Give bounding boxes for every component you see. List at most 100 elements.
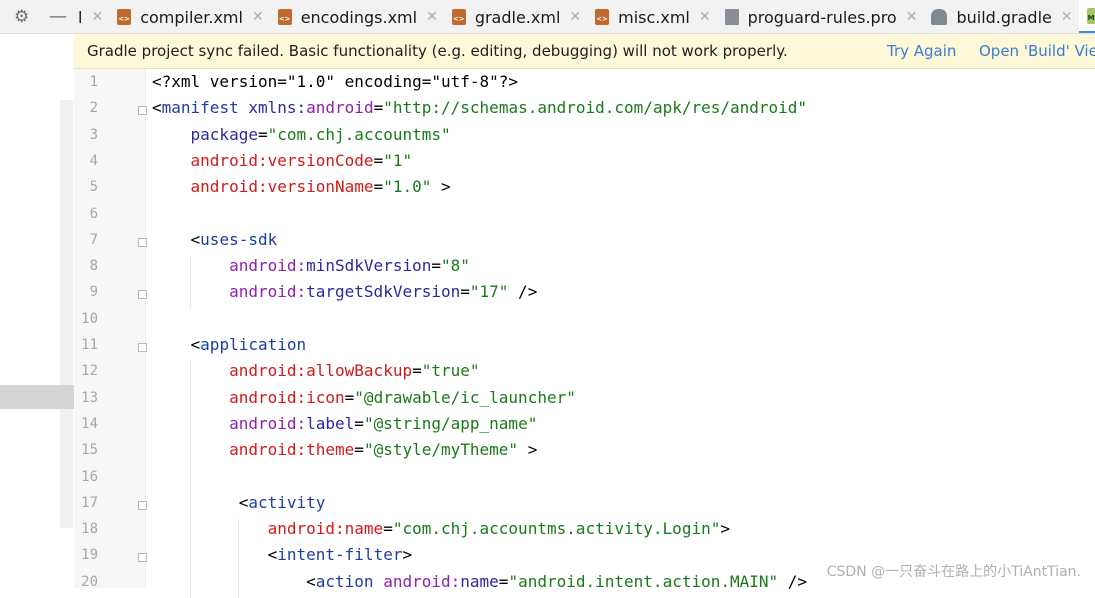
code-line[interactable]: android:icon="@drawable/ic_launcher" — [152, 388, 576, 407]
line-number: 1 — [89, 74, 98, 90]
code-token: > — [518, 440, 538, 460]
code-token: = — [412, 361, 422, 381]
code-line[interactable]: <manifest xmlns:android="http://schemas.… — [152, 98, 807, 117]
code-token: = — [344, 387, 355, 407]
minimize-icon[interactable]: — — [49, 6, 67, 27]
code-line[interactable]: <activity — [152, 492, 326, 512]
left-tool-strip — [0, 34, 74, 588]
code-token: xmlns: — [248, 98, 307, 118]
text-file-icon — [724, 9, 739, 25]
line-number: 3 — [89, 126, 98, 143]
code-token: label — [306, 413, 355, 433]
sync-failed-banner: Gradle project sync failed. Basic functi… — [74, 34, 1095, 69]
tab-0[interactable]: l ✕ — [70, 0, 109, 33]
code-line[interactable]: android:allowBackup="true" — [152, 361, 480, 381]
code-token: manifest — [161, 98, 249, 118]
code-token: minSdkVersion — [306, 256, 432, 276]
line-number: 11 — [81, 337, 98, 353]
code-token: "true" — [421, 361, 480, 381]
code-token: android: — [152, 413, 307, 433]
line-number: 9 — [89, 284, 98, 301]
code-token: = — [460, 282, 470, 302]
tab-3[interactable]: gradle.xml ✕ — [444, 0, 587, 33]
code-token: > — [402, 545, 413, 565]
line-number: 17 — [81, 494, 98, 511]
code-line[interactable]: android:versionName="1.0" > — [152, 177, 451, 196]
code-token: android:versionName — [152, 177, 374, 197]
code-token: = — [373, 150, 384, 170]
code-token: android: — [152, 256, 307, 276]
code-line[interactable]: <intent-filter> — [152, 545, 413, 565]
code-token: "8" — [441, 256, 470, 276]
tab-5[interactable]: proguard-rules.pro ✕ — [717, 0, 924, 33]
left-scroll-track[interactable] — [60, 100, 73, 528]
code-token: < — [152, 492, 249, 512]
code-token: android:theme — [152, 440, 355, 460]
code-token: = — [431, 256, 441, 276]
code-token: package — [152, 124, 258, 144]
close-icon[interactable]: ✕ — [699, 9, 711, 25]
tab-7[interactable]: A — [1078, 0, 1095, 33]
tab-2[interactable]: encodings.xml ✕ — [270, 0, 444, 33]
indent-guide — [190, 256, 191, 309]
code-token: android — [306, 98, 374, 118]
code-token: < — [152, 229, 201, 249]
tab-label: l — [78, 7, 83, 27]
tab-4[interactable]: misc.xml ✕ — [587, 0, 716, 33]
code-token: < — [152, 98, 162, 118]
code-line[interactable]: android:label="@string/app_name" — [152, 414, 537, 433]
close-icon[interactable]: ✕ — [1061, 9, 1073, 25]
line-number: 7 — [89, 231, 98, 248]
code-token: > — [431, 177, 451, 197]
line-number: 15 — [81, 442, 98, 459]
code-line[interactable]: android:minSdkVersion="8" — [152, 256, 470, 275]
gradle-elephant-icon — [931, 9, 948, 25]
code-line[interactable]: android:theme="@style/myTheme" > — [152, 440, 537, 459]
try-again-link[interactable]: Try Again — [887, 34, 956, 68]
fold-marker-icon[interactable] — [138, 553, 147, 563]
tab-strip: l✕compiler.xml✕encodings.xml✕gradle.xml✕… — [70, 0, 1095, 33]
code-token: android:versionCode — [152, 150, 374, 170]
code-line[interactable]: package="com.chj.accountms" — [152, 125, 451, 144]
code-token: targetSdkVersion — [306, 282, 461, 302]
code-token: /> — [508, 282, 538, 302]
code-token: = — [354, 440, 364, 460]
gear-icon[interactable]: ⚙ — [14, 7, 29, 27]
close-icon[interactable]: ✕ — [569, 9, 581, 25]
banner-message: Gradle project sync failed. Basic functi… — [87, 42, 788, 60]
code-line[interactable]: android:targetSdkVersion="17" /> — [152, 282, 537, 301]
close-icon[interactable]: ✕ — [252, 9, 264, 25]
close-icon[interactable]: ✕ — [91, 9, 103, 25]
fold-marker-icon[interactable] — [138, 500, 147, 510]
code-token: android: — [152, 282, 307, 302]
code-token: = — [373, 98, 384, 118]
code-token: "com.chj.accountms.activity.Login" — [392, 519, 721, 539]
line-number: 4 — [89, 152, 98, 169]
tab-6[interactable]: build.gradle ✕ — [923, 0, 1078, 33]
code-token: android:name — [152, 519, 384, 539]
code-line[interactable]: <?xml version="1.0" encoding="utf-8"?> — [152, 72, 518, 91]
tab-1[interactable]: compiler.xml ✕ — [109, 0, 270, 33]
code-token: application — [200, 335, 307, 354]
code-token: "http://schemas.android.com/apk/res/andr… — [383, 98, 808, 118]
fold-marker-icon[interactable] — [138, 237, 147, 247]
fold-marker-icon[interactable] — [138, 106, 147, 116]
code-token: "@string/app_name" — [363, 413, 538, 433]
line-number: 16 — [81, 468, 98, 485]
code-token: intent-filter — [277, 545, 403, 565]
editor-tab-bar: ⚙ — l✕compiler.xml✕encodings.xml✕gradle.… — [0, 0, 1095, 34]
fold-marker-icon[interactable] — [138, 343, 147, 352]
code-token: android:allowBackup — [152, 361, 413, 381]
code-line[interactable]: <application — [152, 335, 307, 354]
fold-marker-icon[interactable] — [138, 290, 147, 300]
code-token: "1.0" — [383, 177, 432, 197]
code-line[interactable]: <uses-sdk — [152, 229, 278, 249]
tab-label: gradle.xml — [474, 7, 561, 27]
code-token: uses-sdk — [200, 229, 278, 249]
tab-label: build.gradle — [956, 7, 1052, 27]
open-build-view-link[interactable]: Open 'Build' View — [979, 34, 1095, 68]
close-icon[interactable]: ✕ — [906, 9, 918, 25]
code-line[interactable]: android:versionCode="1" — [152, 150, 413, 170]
close-icon[interactable]: ✕ — [426, 9, 438, 25]
manifest-file-icon — [1086, 7, 1095, 24]
